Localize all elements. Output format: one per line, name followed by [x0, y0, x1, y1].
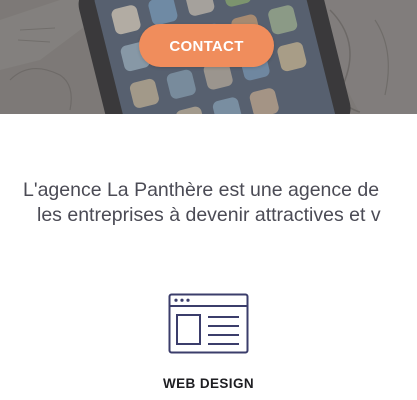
browser-layout-icon	[168, 293, 249, 354]
intro-line-2: les entreprises à devenir attractives et…	[37, 204, 381, 226]
intro-line-1: L'agence La Panthère est une agence de	[23, 179, 380, 201]
hero-banner: CONTACT	[0, 0, 417, 114]
intro-text: L'agence La Panthère est une agence de l…	[0, 178, 417, 230]
service-title: WEB DESIGN	[162, 376, 254, 391]
contact-button[interactable]: CONTACT	[139, 24, 274, 67]
